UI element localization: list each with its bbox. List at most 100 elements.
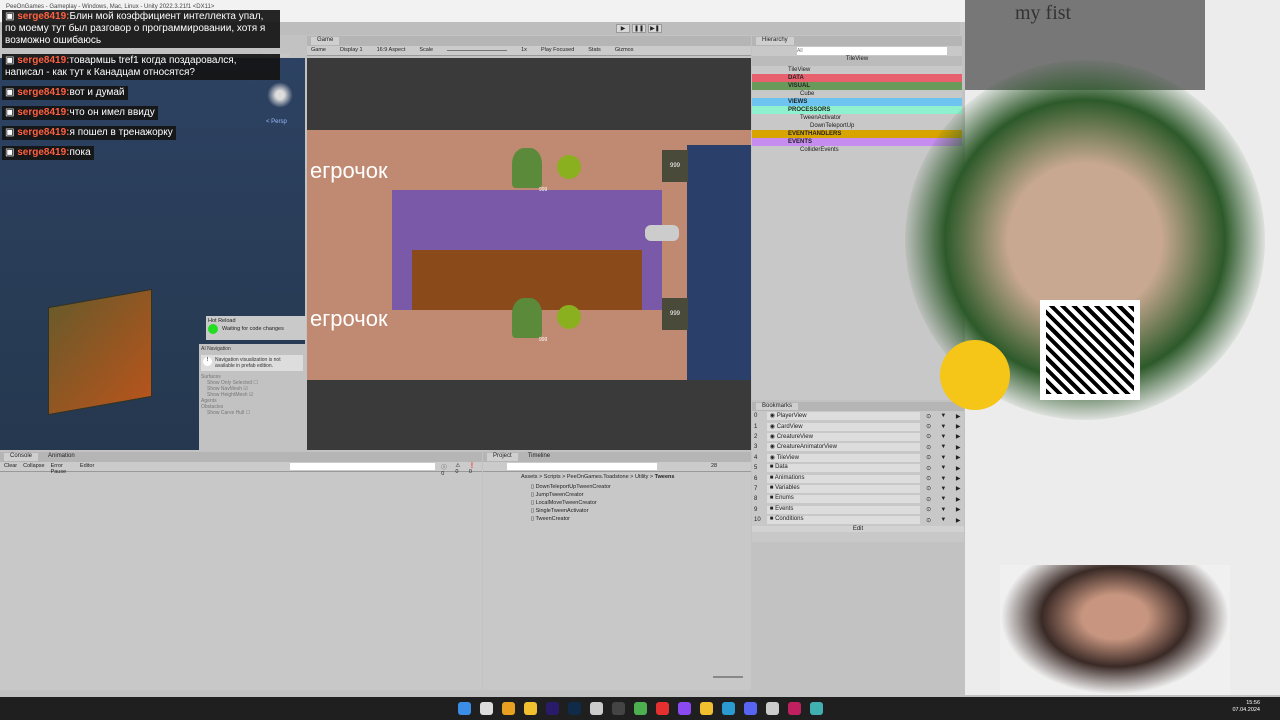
- game-mode-dropdown[interactable]: Game: [311, 47, 326, 54]
- play-button[interactable]: ▶: [616, 24, 630, 33]
- clear-button[interactable]: Clear: [4, 463, 17, 470]
- bookmark-field[interactable]: ■ Enums: [766, 495, 920, 504]
- project-search[interactable]: [507, 463, 657, 470]
- aspect-dropdown[interactable]: 16:9 Aspect: [377, 47, 406, 54]
- scale-slider[interactable]: [447, 47, 508, 51]
- target-icon[interactable]: ⊙: [923, 433, 935, 440]
- deck-counter[interactable]: 999: [662, 150, 688, 182]
- game-viewport[interactable]: егрочок егрочок 999 999 999 999: [307, 58, 751, 450]
- windows-start-icon[interactable]: [457, 702, 471, 715]
- hierarchy-item[interactable]: VIEWS: [752, 98, 962, 106]
- deck-counter[interactable]: 999: [662, 298, 688, 330]
- tab-timeline[interactable]: Timeline: [528, 453, 550, 461]
- error-pause-button[interactable]: Error Pause: [51, 463, 74, 475]
- bookmark-field[interactable]: ■ Data: [766, 464, 920, 473]
- misc-icon[interactable]: [809, 702, 823, 715]
- ping-icon[interactable]: ▶: [952, 496, 964, 503]
- github-desktop-icon[interactable]: [677, 702, 691, 715]
- display-dropdown[interactable]: Display 1: [340, 47, 363, 54]
- tab-console[interactable]: Console: [4, 453, 39, 461]
- card-coin[interactable]: [557, 155, 581, 179]
- bookmark-row[interactable]: 4 ◉ TileView ⊙ ▼ ▶: [752, 453, 964, 463]
- ping-icon[interactable]: ▶: [952, 465, 964, 472]
- target-icon[interactable]: ⊙: [923, 423, 935, 430]
- premiere-icon[interactable]: [545, 702, 559, 715]
- breadcrumb-item[interactable]: Utility: [635, 474, 648, 480]
- game-board[interactable]: егрочок егрочок 999 999 999 999: [307, 130, 751, 380]
- gizmos-dropdown[interactable]: Gizmos: [615, 47, 634, 54]
- warning-count[interactable]: ⚠ 0: [455, 463, 463, 475]
- hidden-packages-count[interactable]: 28: [711, 463, 717, 470]
- dropdown-icon[interactable]: ▼: [937, 507, 949, 513]
- pause-button[interactable]: ❚❚: [632, 24, 646, 33]
- editor-dropdown[interactable]: Editor: [80, 463, 94, 470]
- breadcrumb-item[interactable]: Scripts: [544, 474, 561, 480]
- ping-icon[interactable]: ▶: [952, 475, 964, 482]
- hierarchy-search[interactable]: [797, 47, 947, 55]
- script-file[interactable]: ▯ TweenCreator: [531, 515, 674, 523]
- ping-icon[interactable]: ▶: [952, 423, 964, 430]
- cube-object[interactable]: [48, 288, 152, 416]
- bookmark-row[interactable]: 1 ◉ CardView ⊙ ▼ ▶: [752, 421, 964, 431]
- tab-game[interactable]: Game: [311, 37, 340, 45]
- hierarchy-item[interactable]: VISUAL: [752, 82, 962, 90]
- script-file[interactable]: ▯ SingleTweenActivator: [531, 507, 674, 515]
- discord-icon[interactable]: [743, 702, 757, 715]
- bookmark-row[interactable]: 5 ■ Data ⊙ ▼ ▶: [752, 463, 964, 473]
- tab-hierarchy[interactable]: Hierarchy: [756, 37, 794, 45]
- bookmark-row[interactable]: 0 ◉ PlayerView ⊙ ▼ ▶: [752, 411, 964, 421]
- bookmark-field[interactable]: ◉ TileView: [766, 453, 920, 462]
- prefab-breadcrumb[interactable]: TileView: [752, 56, 962, 66]
- target-icon[interactable]: ⊙: [923, 496, 935, 503]
- ping-icon[interactable]: ▶: [952, 433, 964, 440]
- bookmark-row[interactable]: 7 ■ Variables ⊙ ▼ ▶: [752, 484, 964, 494]
- bookmark-row[interactable]: 8 ■ Enums ⊙ ▼ ▶: [752, 494, 964, 504]
- bookmark-field[interactable]: ◉ CardView: [766, 422, 920, 431]
- sublime-icon[interactable]: [501, 702, 515, 715]
- card-coin[interactable]: [557, 305, 581, 329]
- tab-animation[interactable]: Animation: [48, 453, 75, 461]
- tab-bookmarks[interactable]: Bookmarks: [756, 403, 799, 410]
- target-icon[interactable]: ⊙: [923, 444, 935, 451]
- dropdown-icon[interactable]: ▼: [937, 486, 949, 492]
- log-count[interactable]: ⓘ 0: [441, 463, 449, 477]
- bookmark-row[interactable]: 9 ■ Events ⊙ ▼ ▶: [752, 505, 964, 515]
- console-search[interactable]: [290, 463, 436, 470]
- card-shield[interactable]: [512, 148, 542, 188]
- bookmark-field[interactable]: ■ Events: [766, 505, 920, 514]
- edge-icon[interactable]: [721, 702, 735, 715]
- tab-project[interactable]: Project: [487, 453, 518, 461]
- stats-button[interactable]: Stats: [588, 47, 601, 54]
- bookmark-row[interactable]: 6 ■ Animations ⊙ ▼ ▶: [752, 473, 964, 483]
- icon-size-slider[interactable]: [713, 676, 743, 678]
- target-icon[interactable]: ⊙: [923, 485, 935, 492]
- script-file[interactable]: ▯ DownTeleportUpTweenCreator: [531, 483, 674, 491]
- unity-hub-icon[interactable]: [479, 702, 493, 715]
- show-carve-hull-toggle[interactable]: Show Carve Hull ☐: [201, 410, 303, 416]
- hierarchy-item[interactable]: DownTeleportUp: [752, 122, 962, 130]
- target-icon[interactable]: ⊙: [923, 475, 935, 482]
- bookmark-row[interactable]: 3 ◉ CreatureAnimatorView ⊙ ▼ ▶: [752, 442, 964, 452]
- target-icon[interactable]: ⊙: [923, 517, 935, 524]
- bookmarks-edit-button[interactable]: Edit: [752, 526, 964, 533]
- breadcrumb-item[interactable]: Assets: [521, 474, 538, 480]
- error-count[interactable]: ❗ 0: [469, 463, 478, 475]
- hierarchy-item[interactable]: PROCESSORS: [752, 106, 962, 114]
- step-button[interactable]: ▶❚: [648, 24, 662, 33]
- script-file[interactable]: ▯ JumpTweenCreator: [531, 491, 674, 499]
- bookmark-row[interactable]: 10 ■ Conditions ⊙ ▼ ▶: [752, 515, 964, 525]
- ping-icon[interactable]: ▶: [952, 506, 964, 513]
- ping-icon[interactable]: ▶: [952, 485, 964, 492]
- yandex-icon[interactable]: [699, 702, 713, 715]
- dropdown-icon[interactable]: ▼: [937, 496, 949, 502]
- ping-icon[interactable]: ▶: [952, 444, 964, 451]
- card-shield[interactable]: [512, 298, 542, 338]
- dropdown-icon[interactable]: ▼: [937, 444, 949, 450]
- breadcrumb-item[interactable]: PeeOnGames.Toadstone: [567, 474, 629, 480]
- pill-button[interactable]: [645, 225, 679, 241]
- dropdown-icon[interactable]: ▼: [937, 455, 949, 461]
- bookmark-field[interactable]: ◉ CreatureView: [766, 432, 920, 441]
- hierarchy-item[interactable]: TileView: [752, 66, 962, 74]
- bookmark-field[interactable]: ◉ CreatureAnimatorView: [766, 443, 920, 452]
- bookmark-row[interactable]: 2 ◉ CreatureView ⊙ ▼ ▶: [752, 432, 964, 442]
